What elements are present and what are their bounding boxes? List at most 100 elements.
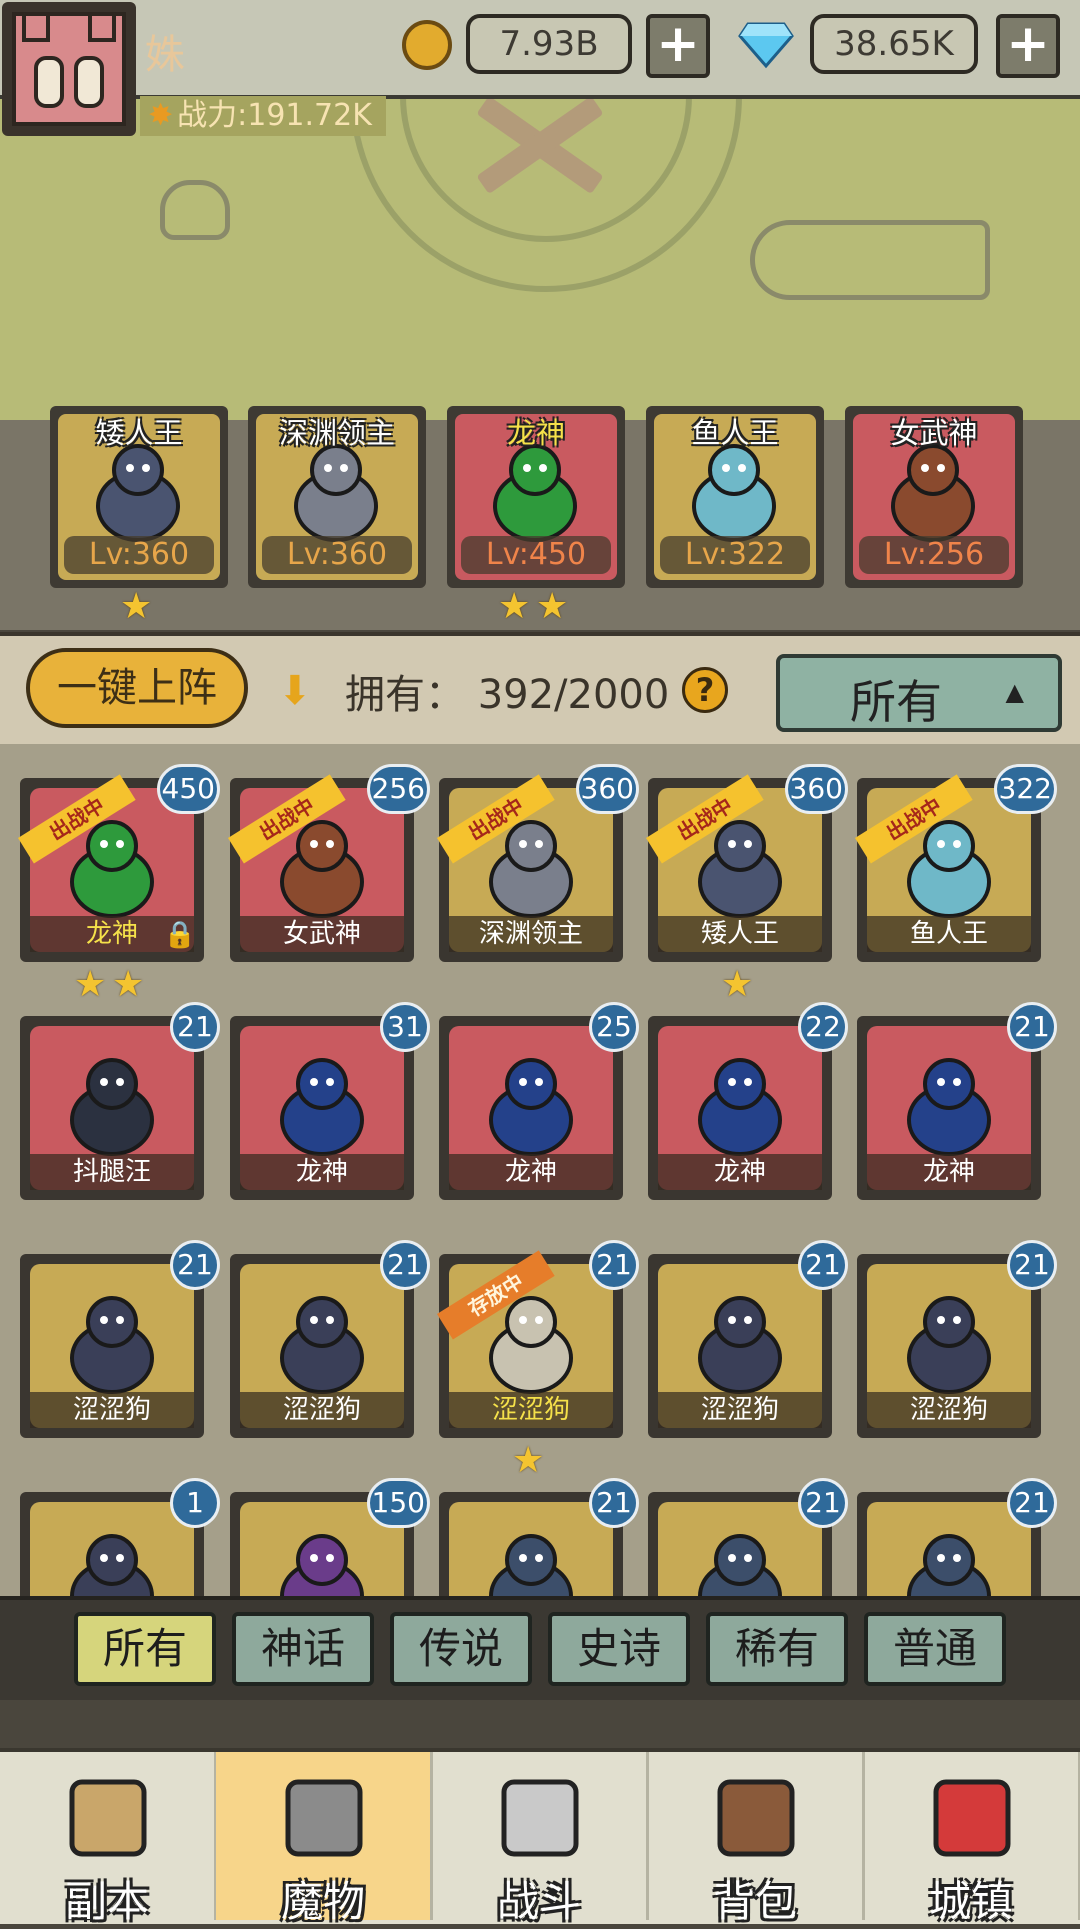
formation-card[interactable]: 深渊领主 Lv:360 [248,406,426,588]
nav-tab[interactable]: 副本 [0,1752,217,1926]
monster-name: 涩涩狗 [867,1392,1031,1428]
help-button[interactable]: ? [682,667,728,713]
monster-name: 女武神 [240,916,404,952]
nav-tab[interactable]: 战斗 [432,1752,649,1926]
monster-card[interactable]: 涩涩狗 21 [648,1240,848,1438]
filter-6-button[interactable]: 普通 [864,1612,1006,1686]
dragon-skeleton-icon [750,220,990,300]
map-compass-icon [62,1772,154,1864]
formation-card[interactable]: 矮人王 Lv:360 [50,406,228,588]
sort-dropdown[interactable]: 所有 ▲ [776,654,1062,732]
monster-portrait [897,1288,1001,1398]
monster-card[interactable]: 龙神 31 [230,1002,430,1200]
monster-level-badge: 360 [575,764,639,814]
helmet-icon [278,1772,370,1864]
star-icon: ★ [721,964,754,1005]
shop-icon [926,1772,1018,1864]
monster-level-badge: 21 [589,1240,639,1290]
add-gem-button[interactable]: + [996,14,1060,78]
formation-card[interactable]: 鱼人王 Lv:322 [646,406,824,588]
nav-tab[interactable]: 背包 [648,1752,865,1926]
monster-name: 抖腿汪 [30,1154,194,1190]
monster-card[interactable]: 深渊领主 360 出战中 [437,764,639,962]
filter-2-button[interactable]: 神话 [232,1612,374,1686]
monster-card[interactable]: 涩涩狗 21 [230,1240,430,1438]
monster-portrait [284,436,388,546]
avatar[interactable] [2,2,136,136]
gem-amount: 38.65K [810,14,978,74]
monster-portrait [60,1050,164,1160]
monster-level-badge: 150 [366,1478,430,1528]
monster-level-badge: 21 [170,1240,220,1290]
monster-name: 涩涩狗 [30,1392,194,1428]
monster-portrait [270,1288,374,1398]
monster-card[interactable]: 龙神 21 [857,1002,1057,1200]
gold-amount: 7.93B [466,14,632,74]
monster-card[interactable]: 矮人王 360 出战中 [646,764,848,962]
monster-card[interactable]: 涩涩狗 21 [20,1240,220,1438]
star-icon: ★ [120,586,153,627]
nav-tab[interactable]: 魔物 [216,1752,433,1926]
gold-coin-icon [402,20,452,70]
monster-card[interactable]: 龙神 25 [439,1002,639,1200]
star-icon: ★ [498,586,531,627]
formation-card-level: Lv:322 [660,536,810,574]
monster-card[interactable]: 涩涩狗 21 [857,1240,1057,1438]
formation-card[interactable]: 龙神 Lv:450 [447,406,625,588]
monster-card[interactable]: 抖腿汪 21 [20,1002,220,1200]
monster-portrait [682,436,786,546]
caret-up-icon: ▲ [1005,678,1024,706]
filter-4-button[interactable]: 史诗 [548,1612,690,1686]
monster-name: 深渊领主 [449,916,613,952]
monster-portrait [86,436,190,546]
monster-card[interactable]: 鱼人王 322 出战中 [855,764,1057,962]
monster-level-badge: 21 [380,1240,430,1290]
add-gold-button[interactable]: + [646,14,710,78]
owned-count: 拥有： 392/2000 [345,672,670,718]
auto-deploy-button[interactable]: 一键上阵 [26,648,248,728]
combat-power-value: 战力:191.72K [177,98,372,133]
monster-name: 龙神 [240,1154,404,1190]
star-icon: ★ [74,964,107,1005]
star-icon: ★ [512,1440,545,1481]
monster-level-badge: 1 [170,1478,220,1528]
star-icon: ★ [112,964,145,1005]
filter-3-button[interactable]: 传说 [390,1612,532,1686]
monster-name: 龙神 [867,1154,1031,1190]
monster-portrait [60,1288,164,1398]
monster-level-badge: 21 [1007,1002,1057,1052]
combat-power: ✸ 战力:191.72K [140,96,386,136]
monster-level-badge: 21 [1007,1478,1057,1528]
crossed-swords-icon [494,1772,586,1864]
formation-card-level: Lv:360 [64,536,214,574]
monster-name: 矮人王 [658,916,822,952]
crossed-swords-emblem-icon [470,95,610,195]
monster-level-badge: 22 [798,1002,848,1052]
monster-level-badge: 360 [784,764,848,814]
monster-portrait [479,1050,583,1160]
backpack-icon [710,1772,802,1864]
monster-portrait [688,1288,792,1398]
monster-portrait [897,1050,1001,1160]
filter-5-button[interactable]: 稀有 [706,1612,848,1686]
diamond-icon [738,22,794,69]
formation-card-name: 龙神 [506,416,565,450]
formation-card-name: 深渊领主 [278,416,395,450]
monster-name: 涩涩狗 [449,1392,613,1428]
skull-icon [160,180,230,240]
monster-card[interactable]: 龙神 22 [648,1002,848,1200]
monster-card[interactable]: 涩涩狗 21 存放中 [437,1240,639,1438]
monster-level-badge: 21 [798,1240,848,1290]
nav-tab[interactable]: 城镇 [864,1752,1080,1926]
lock-icon[interactable]: 🔒 [164,920,196,950]
monster-card[interactable]: 龙神 450 出战中 🔒 [18,764,220,962]
player-name: 姝 [145,32,185,78]
monster-level-badge: 450 [156,764,220,814]
formation-card[interactable]: 女武神 Lv:256 [845,406,1023,588]
monster-card[interactable]: 女武神 256 出战中 [228,764,430,962]
monster-name: 涩涩狗 [240,1392,404,1428]
monster-level-badge: 322 [993,764,1057,814]
filter-1-button[interactable]: 所有 [74,1612,216,1686]
formation-card-level: Lv:360 [262,536,412,574]
monster-name: 鱼人王 [867,916,1031,952]
